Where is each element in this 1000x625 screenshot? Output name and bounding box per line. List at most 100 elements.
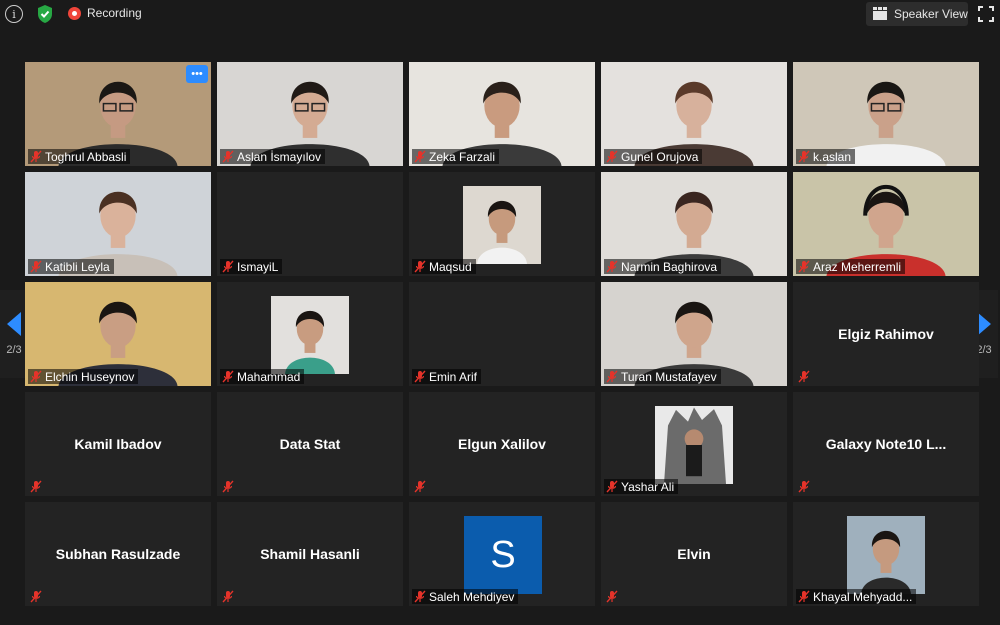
participant-tile[interactable]: Gunel Orujova bbox=[601, 62, 787, 166]
participant-tile[interactable]: Elchin Huseynov bbox=[25, 282, 211, 386]
participant-label: Mahammad bbox=[220, 369, 305, 384]
muted-mic-icon bbox=[798, 150, 810, 163]
participant-name: Elchin Huseynov bbox=[45, 369, 135, 384]
participant-tile[interactable]: Mahammad bbox=[217, 282, 403, 386]
participant-name: Khayal Mehyadd... bbox=[813, 589, 913, 604]
muted-mic-icon bbox=[798, 370, 810, 383]
participant-label bbox=[220, 589, 238, 604]
participant-name: Zeka Farzali bbox=[429, 149, 496, 164]
participant-label: IsmayiL bbox=[220, 259, 283, 274]
participant-display-name: Kamil Ibadov bbox=[74, 436, 162, 452]
avatar: S bbox=[464, 516, 542, 594]
participant-tile[interactable]: Galaxy Note10 L... bbox=[793, 392, 979, 496]
participant-tile[interactable]: IsmayiL bbox=[217, 172, 403, 276]
muted-mic-icon bbox=[222, 480, 234, 493]
participant-label: k.aslan bbox=[796, 149, 856, 164]
speaker-view-label: Speaker View bbox=[894, 7, 968, 21]
participant-name: Gunel Orujova bbox=[621, 149, 699, 164]
muted-mic-icon bbox=[414, 370, 426, 383]
previous-page-button[interactable]: 2/3 bbox=[0, 290, 28, 378]
muted-mic-icon bbox=[606, 590, 618, 603]
arrow-left-icon bbox=[7, 312, 21, 336]
participant-tile[interactable]: Maqsud bbox=[409, 172, 595, 276]
participant-name: Turan Mustafayev bbox=[621, 369, 717, 384]
participant-label: Narmin Baghirova bbox=[604, 259, 722, 274]
participant-tile[interactable]: S Saleh Mehdiyev bbox=[409, 502, 595, 606]
participant-name: k.aslan bbox=[813, 149, 852, 164]
participant-tile[interactable]: Elvin bbox=[601, 502, 787, 606]
recording-icon bbox=[68, 6, 81, 20]
participant-label: Yashar Ali bbox=[604, 479, 679, 494]
muted-mic-icon bbox=[30, 260, 42, 273]
video-feed bbox=[463, 186, 541, 264]
participant-tile[interactable]: Elgiz Rahimov bbox=[793, 282, 979, 386]
participant-display-name: Subhan Rasulzade bbox=[55, 546, 181, 562]
participant-tile[interactable]: Kamil Ibadov bbox=[25, 392, 211, 496]
recording-indicator[interactable]: Recording bbox=[68, 6, 142, 20]
participant-name: Narmin Baghirova bbox=[621, 259, 718, 274]
participant-name: Aslan İsmayılov bbox=[237, 149, 322, 164]
participant-tile[interactable]: Turan Mustafayev bbox=[601, 282, 787, 386]
arrow-right-icon bbox=[977, 312, 991, 336]
muted-mic-icon bbox=[606, 260, 618, 273]
participant-tile[interactable]: Araz Meherremli bbox=[793, 172, 979, 276]
participant-name: Araz Meherremli bbox=[813, 259, 902, 274]
participant-tile[interactable]: Aslan İsmayılov bbox=[217, 62, 403, 166]
muted-mic-icon bbox=[30, 590, 42, 603]
participant-name: Emin Arif bbox=[429, 369, 478, 384]
participant-label: Araz Meherremli bbox=[796, 259, 906, 274]
muted-mic-icon bbox=[606, 150, 618, 163]
muted-mic-icon bbox=[222, 150, 234, 163]
video-feed bbox=[847, 516, 925, 594]
more-options-icon[interactable]: ••• bbox=[186, 65, 208, 83]
muted-mic-icon bbox=[30, 480, 42, 493]
participant-display-name: Shamil Hasanli bbox=[260, 546, 360, 562]
participant-name: Mahammad bbox=[237, 369, 301, 384]
participant-label bbox=[412, 479, 430, 494]
participant-label: Maqsud bbox=[412, 259, 476, 274]
recording-label: Recording bbox=[87, 6, 142, 20]
participant-tile[interactable]: Shamil Hasanli bbox=[217, 502, 403, 606]
info-icon[interactable]: i bbox=[5, 5, 23, 23]
participant-label bbox=[796, 479, 814, 494]
participant-label bbox=[28, 589, 46, 604]
participant-tile[interactable]: Emin Arif bbox=[409, 282, 595, 386]
participant-tile[interactable]: Yashar Ali bbox=[601, 392, 787, 496]
muted-mic-icon bbox=[798, 590, 810, 603]
muted-mic-icon bbox=[798, 480, 810, 493]
participant-label: Turan Mustafayev bbox=[604, 369, 721, 384]
participant-label bbox=[220, 479, 238, 494]
participant-tile[interactable]: k.aslan bbox=[793, 62, 979, 166]
participant-label: Toghrul Abbasli bbox=[28, 149, 131, 164]
participant-tile[interactable]: Elgun Xalilov bbox=[409, 392, 595, 496]
participant-tile[interactable]: Data Stat bbox=[217, 392, 403, 496]
muted-mic-icon bbox=[798, 260, 810, 273]
security-shield-icon[interactable] bbox=[35, 4, 55, 24]
participant-tile[interactable]: Subhan Rasulzade bbox=[25, 502, 211, 606]
muted-mic-icon bbox=[414, 150, 426, 163]
participant-display-name: Galaxy Note10 L... bbox=[825, 436, 947, 452]
participant-label bbox=[796, 369, 814, 384]
speaker-view-icon bbox=[873, 7, 887, 20]
participant-name: Saleh Mehdiyev bbox=[429, 589, 515, 604]
participant-tile[interactable]: Narmin Baghirova bbox=[601, 172, 787, 276]
participant-display-name: Data Stat bbox=[279, 436, 341, 452]
participant-tile[interactable]: Zeka Farzali bbox=[409, 62, 595, 166]
participant-name: IsmayiL bbox=[237, 259, 279, 274]
muted-mic-icon bbox=[606, 480, 618, 493]
speaker-view-button[interactable]: Speaker View bbox=[866, 2, 968, 26]
participant-label: Khayal Mehyadd... bbox=[796, 589, 917, 604]
participant-label: Saleh Mehdiyev bbox=[412, 589, 519, 604]
participant-label bbox=[28, 479, 46, 494]
video-feed bbox=[655, 406, 733, 484]
participant-name: Toghrul Abbasli bbox=[45, 149, 127, 164]
muted-mic-icon bbox=[414, 480, 426, 493]
participant-label: Gunel Orujova bbox=[604, 149, 703, 164]
participant-tile[interactable]: Katibli Leyla bbox=[25, 172, 211, 276]
participant-tile[interactable]: Khayal Mehyadd... bbox=[793, 502, 979, 606]
participant-label: Elchin Huseynov bbox=[28, 369, 139, 384]
top-bar: i Recording Speaker View bbox=[0, 0, 1000, 30]
participant-tile[interactable]: Toghrul Abbasli ••• bbox=[25, 62, 211, 166]
participant-display-name: Elgiz Rahimov bbox=[838, 326, 934, 342]
fullscreen-icon[interactable] bbox=[978, 6, 994, 22]
